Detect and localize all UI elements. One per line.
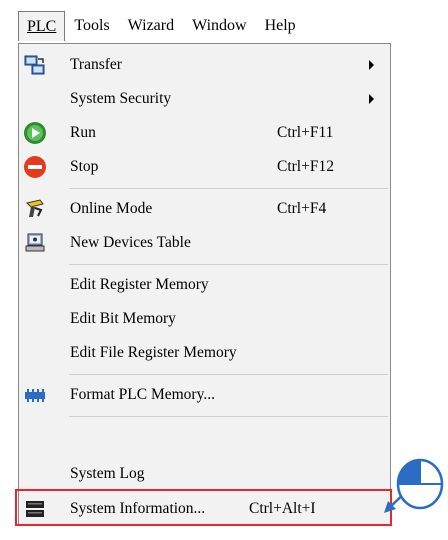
- menu-window-label: Window: [192, 17, 247, 34]
- menu-help[interactable]: Help: [256, 11, 305, 41]
- menu-item-system-security[interactable]: System Security: [19, 82, 390, 116]
- online-mode-shortcut: Ctrl+F4: [277, 200, 327, 217]
- menu-plc-label: PLC: [27, 18, 57, 35]
- menu-tools[interactable]: Tools: [65, 11, 118, 41]
- transfer-label: Transfer: [70, 56, 122, 73]
- stop-label: Stop: [70, 158, 99, 175]
- memory-chip-icon: [23, 383, 47, 407]
- separator: [69, 416, 388, 417]
- run-label: Run: [70, 124, 96, 141]
- menu-item-online-mode[interactable]: Online Mode Ctrl+F4: [19, 192, 390, 226]
- edit-register-memory-label: Edit Register Memory: [70, 276, 209, 293]
- menu-item-edit-register-memory[interactable]: Edit Register Memory: [19, 268, 390, 302]
- run-icon: [23, 121, 47, 145]
- online-mode-label: Online Mode: [70, 200, 153, 217]
- system-security-label: System Security: [70, 90, 172, 107]
- separator: [69, 188, 388, 189]
- submenu-arrow-icon: [369, 60, 374, 70]
- format-plc-memory-label: Format PLC Memory...: [70, 386, 215, 403]
- separator: [69, 264, 388, 265]
- mouse-click-icon: [396, 458, 444, 510]
- submenu-arrow-icon: [369, 94, 374, 104]
- menu-item-system-log[interactable]: System Log: [19, 457, 390, 491]
- menu-tools-label: Tools: [74, 17, 110, 34]
- run-shortcut: Ctrl+F11: [277, 124, 334, 141]
- menu-bar: PLC Tools Wizard Window Help: [18, 9, 305, 43]
- menu-item-transfer[interactable]: Transfer: [19, 48, 390, 82]
- stop-icon: [23, 155, 47, 179]
- online-mode-icon: [23, 197, 47, 221]
- edit-file-register-memory-label: Edit File Register Memory: [70, 344, 237, 361]
- menu-item-format-plc-memory[interactable]: Format PLC Memory...: [19, 378, 390, 412]
- plc-dropdown-menu: Transfer System Security Run Ctrl+F11 St…: [18, 43, 391, 525]
- separator: [69, 374, 388, 375]
- menu-item-new-devices-table[interactable]: New Devices Table: [19, 226, 390, 260]
- menu-help-label: Help: [264, 17, 296, 34]
- transfer-icon: [23, 53, 47, 77]
- system-log-label: System Log: [70, 465, 145, 482]
- menu-window[interactable]: Window: [183, 11, 255, 41]
- menu-plc[interactable]: PLC: [18, 11, 66, 41]
- menu-item-edit-file-register-memory[interactable]: Edit File Register Memory: [19, 336, 390, 370]
- new-devices-table-label: New Devices Table: [70, 234, 191, 251]
- edit-bit-memory-label: Edit Bit Memory: [70, 310, 176, 327]
- menu-wizard[interactable]: Wizard: [119, 11, 183, 41]
- menu-item-edit-bit-memory[interactable]: Edit Bit Memory: [19, 302, 390, 336]
- devices-icon: [23, 231, 47, 255]
- menu-item-run[interactable]: Run Ctrl+F11: [19, 116, 390, 150]
- menu-item-stop[interactable]: Stop Ctrl+F12: [19, 150, 390, 184]
- stop-shortcut: Ctrl+F12: [277, 158, 334, 175]
- menu-wizard-label: Wizard: [127, 17, 175, 34]
- system-log-highlight: [15, 489, 392, 526]
